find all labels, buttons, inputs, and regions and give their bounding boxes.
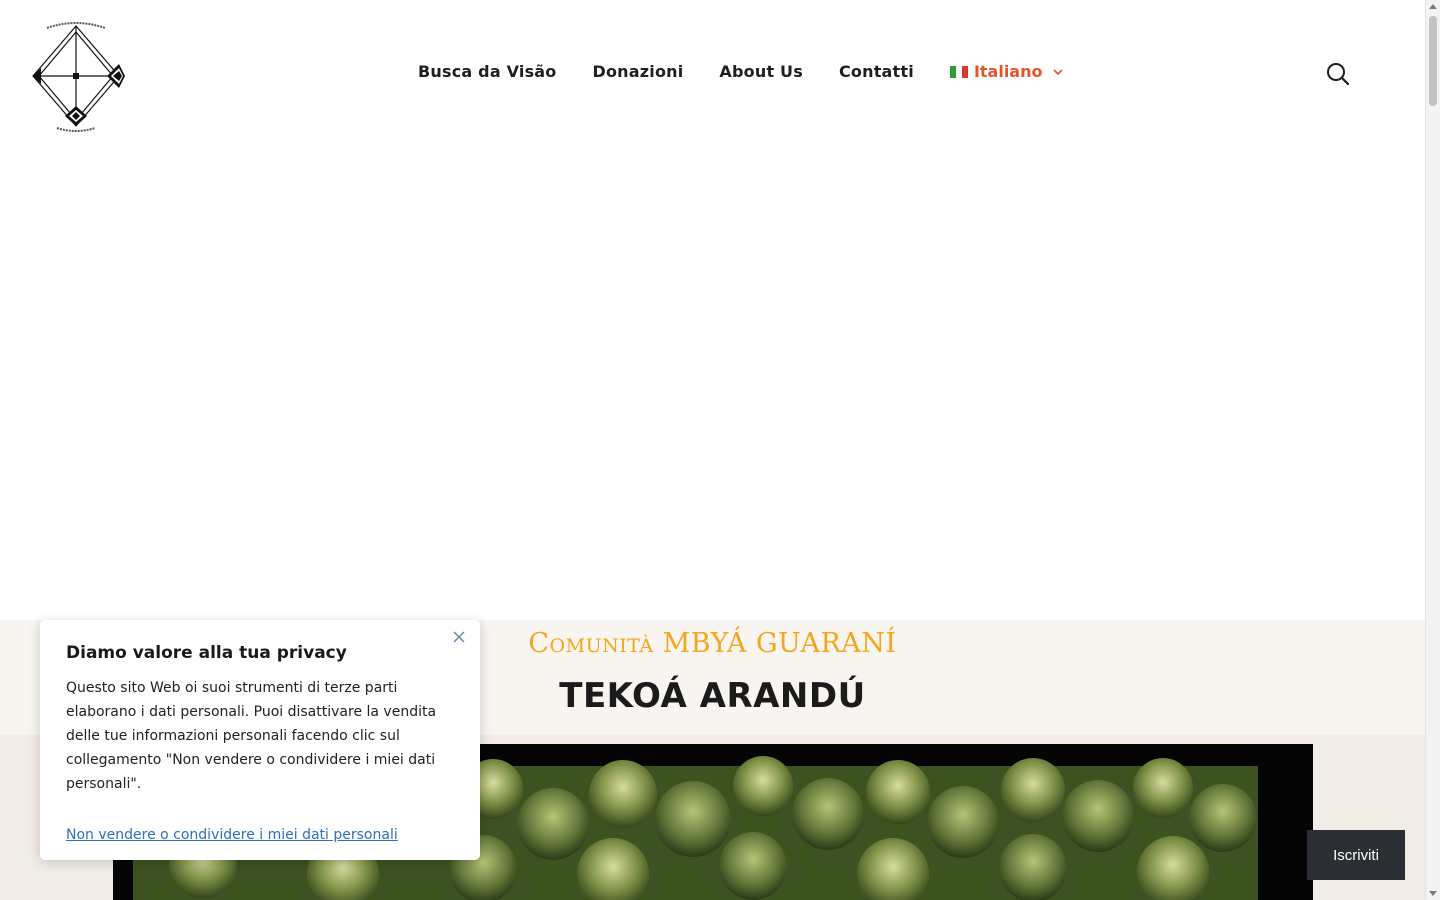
privacy-text: Questo sito Web oi suoi strumenti di ter…: [66, 680, 437, 792]
language-label: Italiano: [973, 62, 1043, 81]
scroll-down-icon[interactable]: [1429, 891, 1437, 896]
nav-donazioni[interactable]: Donazioni: [592, 62, 683, 81]
do-not-sell-link[interactable]: Non vendere o condividere i miei dati pe…: [66, 827, 398, 843]
privacy-title: Diamo valore alla tua privacy: [66, 643, 347, 663]
nav-busca-da-visao[interactable]: Busca da Visão: [418, 62, 556, 81]
chevron-down-icon: [1053, 68, 1064, 75]
nav-contatti[interactable]: Contatti: [839, 62, 914, 81]
scroll-thumb[interactable]: [1429, 16, 1437, 106]
scroll-up-icon[interactable]: [1429, 4, 1437, 9]
main-nav: Busca da Visão Donazioni About Us Contat…: [418, 62, 1064, 81]
privacy-popup: Diamo valore alla tua privacy Questo sit…: [40, 620, 480, 860]
search-icon[interactable]: [1326, 62, 1350, 86]
italy-flag-icon: [949, 65, 968, 78]
close-icon[interactable]: [453, 631, 465, 643]
scrollbar[interactable]: [1425, 0, 1440, 900]
subscribe-button[interactable]: Iscriviti: [1307, 830, 1405, 880]
language-selector[interactable]: Italiano: [949, 62, 1065, 81]
logo-icon[interactable]: [27, 20, 125, 132]
site-header: Busca da Visão Donazioni About Us Contat…: [0, 0, 1425, 150]
nav-about-us[interactable]: About Us: [719, 62, 803, 81]
